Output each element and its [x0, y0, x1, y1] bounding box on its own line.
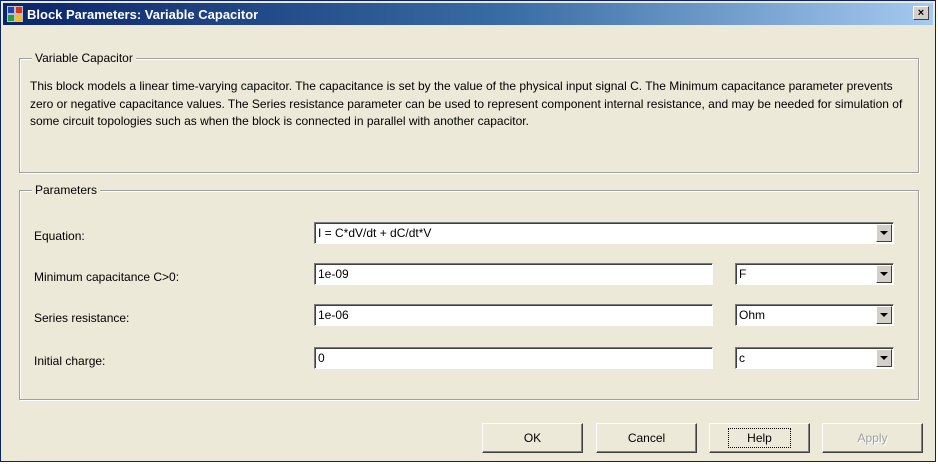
equation-dropdown[interactable]: I = C*dV/dt + dC/dt*V: [314, 222, 894, 244]
initial-charge-unit-dropdown[interactable]: c: [735, 347, 894, 369]
parameters-legend: Parameters: [32, 183, 101, 197]
series-resistance-label: Series resistance:: [34, 311, 130, 325]
apply-button-label: Apply: [857, 431, 888, 445]
ok-button-label: OK: [523, 431, 542, 445]
series-resistance-input[interactable]: 1e-06: [314, 304, 713, 326]
chevron-down-icon[interactable]: [876, 306, 892, 324]
chevron-down-icon[interactable]: [876, 224, 892, 242]
series-resistance-unit-dropdown[interactable]: Ohm: [735, 304, 894, 326]
help-button-label: Help: [728, 428, 791, 448]
dialog-window: Block Parameters: Variable Capacitor × V…: [0, 0, 936, 462]
block-description: This block models a linear time-varying …: [30, 79, 903, 128]
initial-charge-unit: c: [739, 351, 745, 365]
min-capacitance-value: 1e-09: [318, 267, 349, 281]
apply-button[interactable]: Apply: [822, 423, 923, 453]
title-bar[interactable]: Block Parameters: Variable Capacitor ×: [3, 3, 933, 25]
chevron-down-icon[interactable]: [876, 265, 892, 283]
series-resistance-value: 1e-06: [318, 308, 349, 322]
equation-value: I = C*dV/dt + dC/dt*V: [318, 226, 432, 240]
help-button[interactable]: Help: [709, 423, 810, 453]
min-capacitance-label: Minimum capacitance C>0:: [34, 270, 180, 284]
chevron-down-icon[interactable]: [876, 349, 892, 367]
cancel-button-label: Cancel: [627, 431, 666, 445]
min-capacitance-unit-dropdown[interactable]: F: [735, 263, 894, 285]
initial-charge-value: 0: [318, 351, 325, 365]
initial-charge-input[interactable]: 0: [314, 347, 713, 369]
close-icon: ×: [917, 6, 925, 19]
min-capacitance-unit: F: [739, 267, 747, 281]
initial-charge-label: Initial charge:: [34, 354, 106, 368]
ok-button[interactable]: OK: [482, 423, 583, 453]
description-legend: Variable Capacitor: [32, 51, 136, 65]
series-resistance-unit: Ohm: [739, 308, 766, 322]
simulink-block-icon: [7, 6, 23, 22]
equation-label: Equation:: [34, 229, 85, 243]
min-capacitance-input[interactable]: 1e-09: [314, 263, 713, 285]
close-button[interactable]: ×: [913, 6, 929, 20]
window-title: Block Parameters: Variable Capacitor: [27, 6, 259, 22]
description-group: Variable Capacitor This block models a l…: [19, 51, 919, 173]
cancel-button[interactable]: Cancel: [596, 423, 697, 453]
